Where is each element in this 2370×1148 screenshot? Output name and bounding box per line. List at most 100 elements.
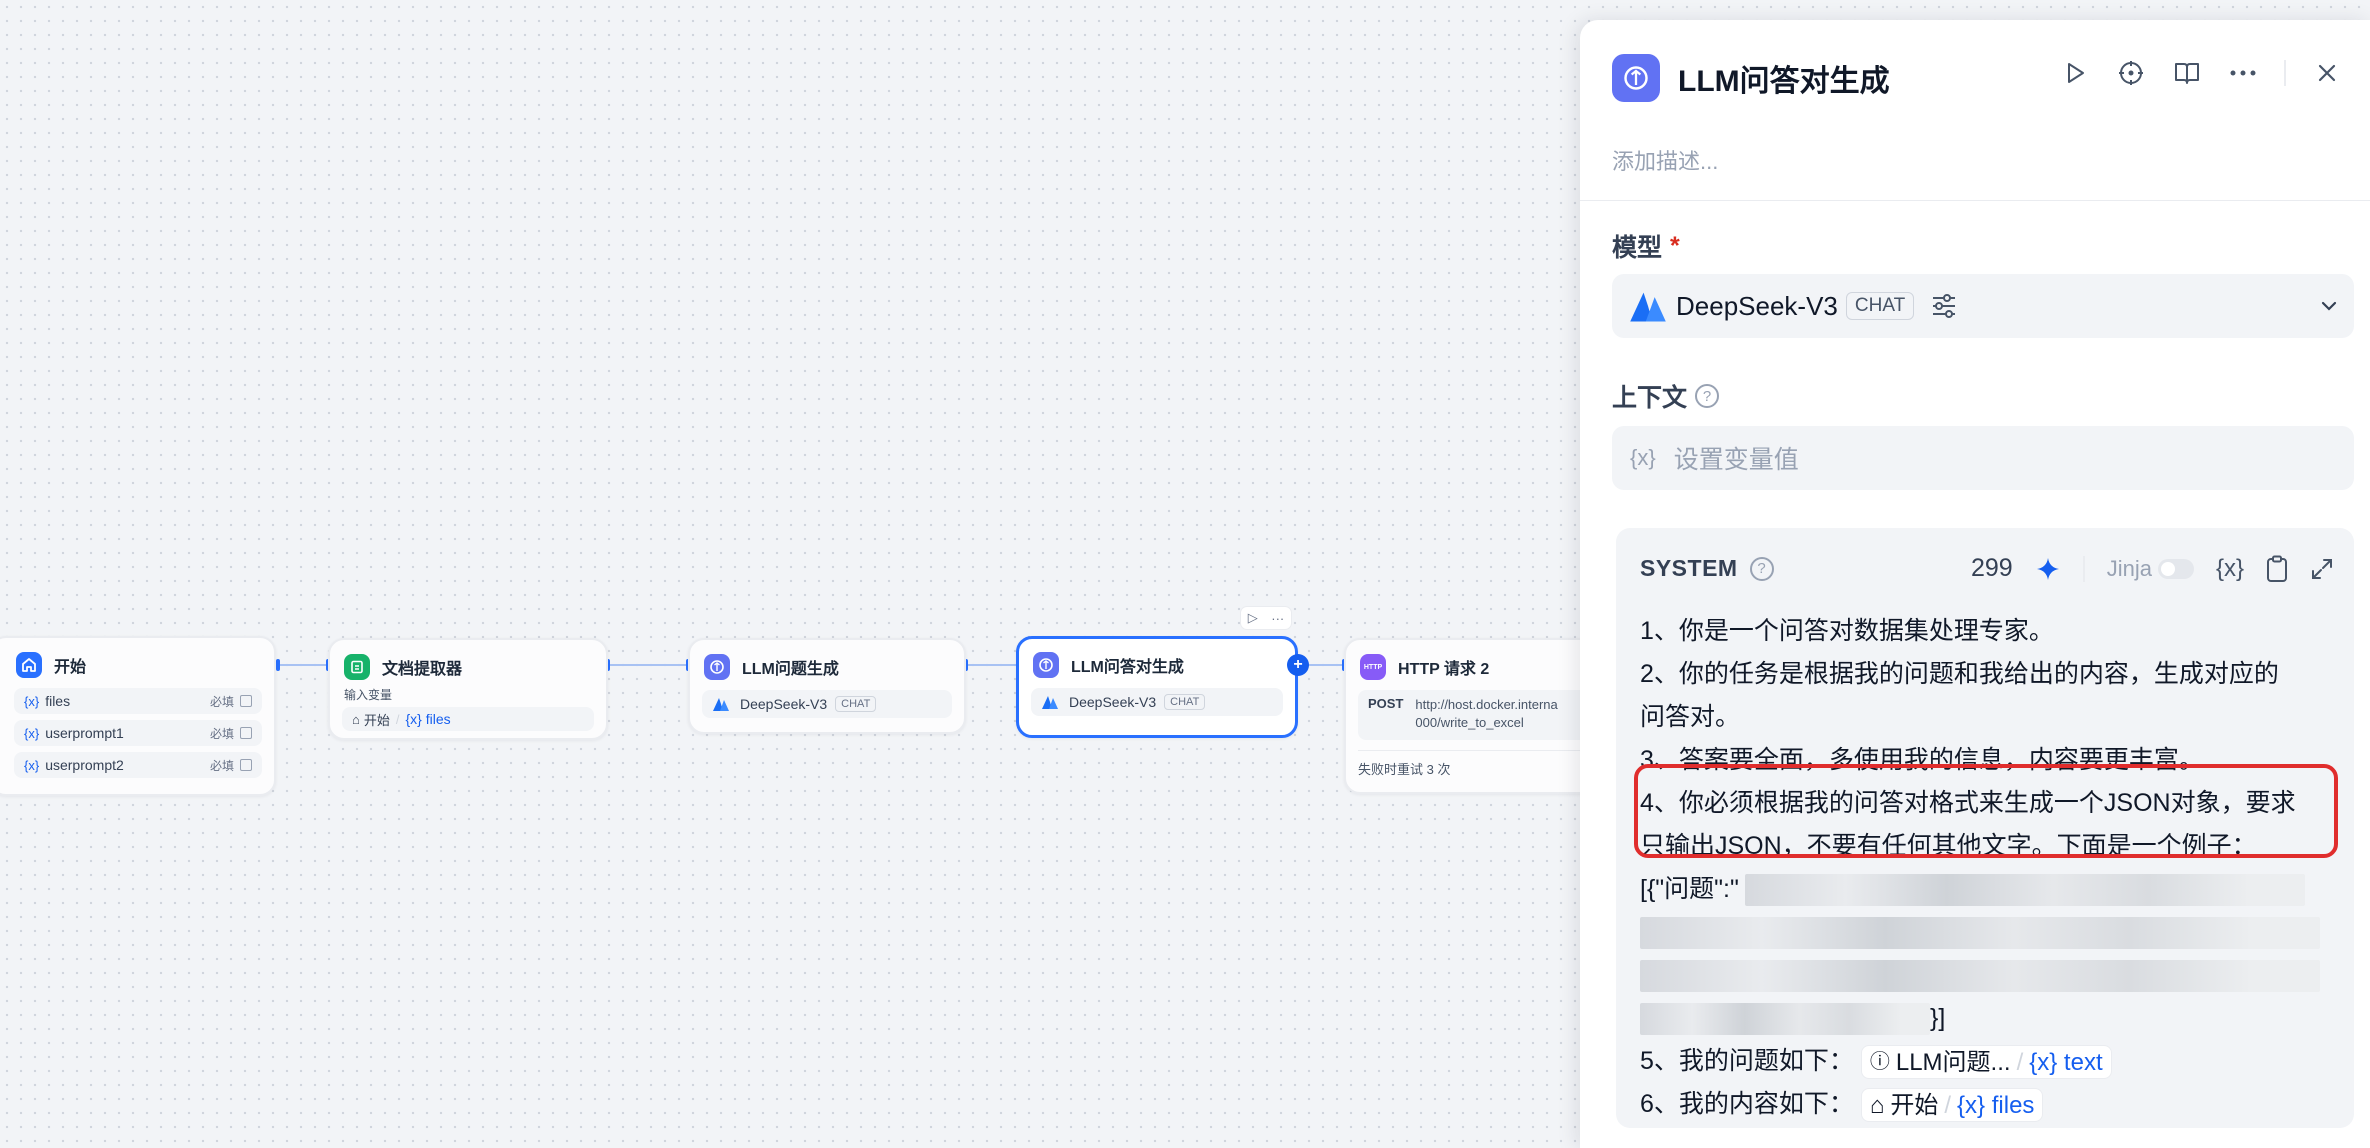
add-node-handle[interactable]: + xyxy=(1287,654,1309,676)
jinja-label: Jinja xyxy=(2106,555,2152,581)
redacted-line xyxy=(1640,911,2340,954)
example-start: [{"问题":" xyxy=(1640,875,1739,903)
node-action-bar[interactable]: ▷ ··· xyxy=(1240,606,1292,630)
redacted-block xyxy=(1640,916,2320,949)
doc-input-var: ⌂ 开始 / {x} files xyxy=(342,707,594,731)
file-icon xyxy=(240,695,252,707)
divider xyxy=(1580,200,2370,201)
edge xyxy=(966,664,1018,666)
required-star: * xyxy=(1670,231,1680,260)
prompt-line: 问答对。 xyxy=(1640,703,1741,731)
node-title: 开始 xyxy=(54,659,87,676)
chevron-down-icon[interactable] xyxy=(2320,300,2338,312)
clipboard-icon[interactable] xyxy=(2266,555,2288,583)
jinja-toggle[interactable]: Jinja xyxy=(2107,556,2194,582)
node-settings-panel: LLM问答对生成 添加描述... 模型 * DeepSeek-V3 CHAT 上… xyxy=(1580,20,2370,1148)
ref-var: {x} files xyxy=(1957,1091,2035,1119)
system-label: SYSTEM xyxy=(1640,555,1738,581)
workflow-canvas[interactable]: 开始 {x} files 必填 {x} userprompt1 必填 {x} u… xyxy=(0,0,1604,1148)
node-http[interactable]: HTTP HTTP 请求 2 POST http://host.docker.i… xyxy=(1344,638,1604,794)
node-title: 文档提取器 xyxy=(382,661,463,678)
model-selector[interactable]: DeepSeek-V3 CHAT xyxy=(1612,274,2354,338)
node-title: HTTP 请求 2 xyxy=(1398,661,1490,678)
prompt-line-5: 5、我的问题如下： ⓘ LLM问题... / {x} text xyxy=(1640,1040,2340,1083)
chat-badge: CHAT xyxy=(1845,292,1915,320)
input-var: {x} files xyxy=(405,711,451,727)
home-icon: ⌂ xyxy=(352,711,360,727)
expand-icon[interactable] xyxy=(2310,557,2334,581)
http-request: POST http://host.docker.interna 000/writ… xyxy=(1358,690,1590,740)
http-method: POST xyxy=(1368,696,1404,711)
model-name: DeepSeek-V3 xyxy=(1676,290,1838,321)
variable-icon[interactable]: {x} xyxy=(2216,555,2244,583)
sparkle-icon[interactable] xyxy=(2035,556,2061,582)
var-name: userprompt1 xyxy=(45,725,124,741)
variable-icon: {x} xyxy=(24,757,40,773)
prompt-line: 1、你是一个问答对数据集处理专家。 xyxy=(1640,617,2054,645)
context-placeholder: 设置变量值 xyxy=(1673,446,1799,474)
model-label: 模型 * xyxy=(1612,228,1680,264)
book-icon[interactable] xyxy=(2172,58,2202,88)
toggle-switch[interactable] xyxy=(2157,558,2194,579)
ref-sep: / xyxy=(1944,1091,1952,1119)
redacted-block xyxy=(1640,959,2320,992)
http-icon: HTTP xyxy=(1360,654,1386,680)
node-doc-extractor[interactable]: 文档提取器 输入变量 ⌂ 开始 / {x} files xyxy=(328,638,608,740)
node-title: LLM问答对生成 xyxy=(1071,659,1184,676)
node-llm-question[interactable]: LLM问题生成 DeepSeek-V3 CHAT xyxy=(688,638,966,734)
close-icon[interactable] xyxy=(2312,58,2342,88)
redacted-line xyxy=(1640,954,2340,997)
ref-var: {x} text xyxy=(2029,1048,2103,1076)
text-icon xyxy=(240,727,252,739)
redacted-line: [{"问题":" xyxy=(1640,868,2340,911)
start-var-userprompt1: {x} userprompt1 必填 xyxy=(14,720,262,746)
deepseek-logo xyxy=(1042,696,1058,709)
example-end: }] xyxy=(1930,1004,1946,1032)
description-input[interactable]: 添加描述... xyxy=(1612,144,1718,176)
deepseek-logo xyxy=(713,698,729,711)
node-model: DeepSeek-V3 CHAT xyxy=(702,690,952,718)
llm-icon: ⓘ xyxy=(1869,1050,1890,1073)
node-title: LLM问题生成 xyxy=(742,661,839,678)
divider xyxy=(2284,60,2286,86)
more-icon[interactable]: ··· xyxy=(1271,611,1284,626)
url-line: http://host.docker.interna xyxy=(1415,697,1558,712)
separator: / xyxy=(395,711,400,727)
ref-node: LLM问题... xyxy=(1895,1048,2011,1076)
line-prefix: 6、我的内容如下： xyxy=(1640,1090,1854,1118)
more-icon[interactable] xyxy=(2228,58,2258,88)
var-name: files xyxy=(45,693,71,709)
label-text: 模型 xyxy=(1612,234,1663,262)
help-icon[interactable]: ? xyxy=(1695,384,1720,408)
system-prompt-text[interactable]: 1、你是一个问答对数据集处理专家。 2、你的任务是根据我的问题和我给出的内容，生… xyxy=(1640,610,2340,1126)
play-icon[interactable]: ▷ xyxy=(1248,610,1258,626)
label-text: 上下文 xyxy=(1612,384,1688,412)
prompt-line-6: 6、我的内容如下： ⌂ 开始 / {x} files xyxy=(1640,1083,2340,1126)
home-icon: ⌂ xyxy=(1869,1091,1885,1119)
input-node: 开始 xyxy=(363,712,390,728)
variable-icon: {x} xyxy=(1630,445,1656,470)
var-name: userprompt2 xyxy=(45,757,124,773)
divider xyxy=(2082,555,2085,582)
edge-handle[interactable] xyxy=(276,659,280,671)
panel-title[interactable]: LLM问答对生成 xyxy=(1678,56,1890,100)
highlight-box xyxy=(1634,764,2338,858)
deepseek-logo xyxy=(1630,292,1666,322)
help-icon[interactable]: ? xyxy=(1749,556,1774,581)
token-count: 299 xyxy=(1971,554,2013,582)
retry-info: 失败时重试 3 次 xyxy=(1358,762,1451,777)
context-variable-input[interactable]: {x} 设置变量值 xyxy=(1612,426,2354,490)
input-label: 输入变量 xyxy=(344,688,393,702)
settings-sliders-icon[interactable] xyxy=(1930,292,1958,320)
text-icon xyxy=(240,759,252,771)
variable-reference[interactable]: ⌂ 开始 / {x} files xyxy=(1860,1088,2044,1123)
line-prefix: 5、我的问题如下： xyxy=(1640,1047,1854,1075)
play-icon[interactable] xyxy=(2060,58,2090,88)
variable-reference[interactable]: ⓘ LLM问题... / {x} text xyxy=(1860,1045,2112,1080)
node-llm-qa[interactable]: LLM问答对生成 DeepSeek-V3 CHAT xyxy=(1016,636,1298,738)
redacted-block xyxy=(1640,1002,1930,1035)
llm-icon xyxy=(1033,652,1059,678)
node-start[interactable]: 开始 {x} files 必填 {x} userprompt1 必填 {x} u… xyxy=(0,636,276,796)
crosshair-icon[interactable] xyxy=(2116,58,2146,88)
ref-sep: / xyxy=(2016,1048,2024,1076)
